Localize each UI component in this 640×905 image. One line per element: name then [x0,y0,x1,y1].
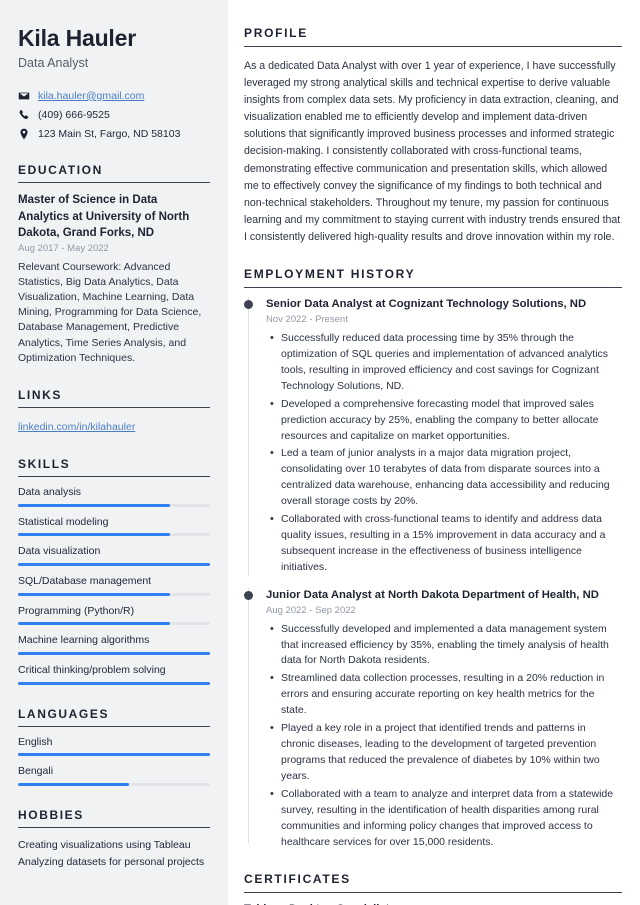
languages-list: English Bengali [18,736,210,786]
skill-bar-track [18,592,210,596]
skill-item: Data visualization [18,545,210,567]
skill-bar-fill [18,563,210,567]
job-bullet-list: Successfully reduced data processing tim… [266,330,622,576]
language-bar-fill [18,782,130,786]
language-bar-track [18,782,210,786]
job-bullet: Collaborated with a team to analyze and … [270,786,622,851]
job-entry: Junior Data Analyst at North Dakota Depa… [244,588,622,851]
skills-list: Data analysis Statistical modeling Data vi… [18,486,210,685]
job-date: Aug 2022 - Sep 2022 [266,604,356,616]
skill-label: Data visualization [18,545,101,558]
language-bar-fill [18,753,210,757]
sidebar: Kila Hauler Data Analyst kila.hauler@gma… [0,0,228,905]
skill-bar-fill [18,681,210,685]
links-section: LINKS linkedin.com/in/kilahauler [18,388,210,435]
job-title: Senior Data Analyst at Cognizant Technol… [266,298,587,311]
hobbies-list: Creating visualizations using Tableau Ana… [18,837,210,871]
language-label: Bengali [18,765,54,778]
job-bullet: Developed a comprehensive forecasting mo… [270,396,622,445]
timeline-dot-icon [244,300,253,310]
skill-label: Critical thinking/problem solving [18,663,166,676]
link-item-linkedin[interactable]: linkedin.com/in/kilahauler [18,421,135,433]
job-bullet: Played a key role in a project that iden… [270,720,622,785]
skills-section: SKILLS Data analysis Statistical modeling… [18,457,210,685]
job-title: Junior Data Analyst at North Dakota Depa… [266,589,599,602]
timeline-line [248,297,250,577]
hobby-item: Analyzing datasets for personal projects [18,855,205,868]
skill-label: Programming (Python/R) [18,604,135,617]
candidate-name: Kila Hauler [18,25,136,51]
hobby-item: Creating visualizations using Tableau [18,838,191,851]
skill-label: Machine learning algorithms [18,634,150,647]
skill-item: Programming (Python/R) [18,605,210,626]
skill-bar-fill [18,651,210,655]
skill-bar-track [18,533,210,537]
jobs-list: Senior Data Analyst at Cognizant Technol… [244,297,622,851]
contact-email-text[interactable]: kila.hauler@gmail.com [38,90,144,103]
envelope-icon [18,90,30,102]
skill-bar-fill [18,622,170,626]
certificates-section: CERTIFICATES Tableau Desktop SpecialistS… [244,872,622,905]
job-bullet: Successfully developed and implemented a… [270,621,622,670]
job-entry: Senior Data Analyst at Cognizant Technol… [244,297,622,577]
job-bullet-list: Successfully developed and implemented a… [266,621,622,851]
resume-page: Kila Hauler Data Analyst kila.hauler@gma… [0,0,640,905]
contact-address-text: 123 Main St, Fargo, ND 58103 [38,127,181,140]
certificates-heading: CERTIFICATES [244,872,622,893]
skill-bar-fill [18,592,170,596]
languages-section: LANGUAGES English Bengali [18,707,210,786]
skill-bar-track [18,563,210,567]
job-bullet: Collaborated with cross-functional teams… [270,511,622,576]
contact-list: kila.hauler@gmail.com (409) 666-9525 123… [18,89,210,141]
contact-phone-text: (409) 666-9525 [38,108,110,121]
skill-bar-track [18,651,210,655]
profile-heading: PROFILE [244,26,622,47]
contact-email[interactable]: kila.hauler@gmail.com [18,89,210,103]
education-heading: EDUCATION [18,163,210,184]
language-item: Bengali [18,765,210,786]
skills-heading: SKILLS [18,457,210,478]
hobbies-heading: HOBBIES [18,808,210,828]
contact-phone: (409) 666-9525 [18,108,210,122]
phone-icon [18,109,30,121]
education-title: Master of Science in Data Analytics at U… [18,194,190,239]
skill-bar-fill [18,503,170,507]
education-section: EDUCATION Master of Science in Data Anal… [18,163,210,366]
language-bar-track [18,753,210,757]
hobbies-section: HOBBIES Creating visualizations using Ta… [18,808,210,871]
skill-bar-track [18,503,210,507]
job-bullet: Successfully reduced data processing tim… [270,330,622,395]
education-entry: Master of Science in Data Analytics at U… [18,192,210,366]
profile-text: As a dedicated Data Analyst with over 1 … [244,59,621,244]
language-label: English [18,735,53,748]
contact-address: 123 Main St, Fargo, ND 58103 [18,127,210,141]
skill-item: SQL/Database management [18,575,210,596]
links-heading: LINKS [18,388,210,409]
job-date: Nov 2022 - Present [266,313,348,325]
timeline-line [248,588,250,843]
skill-bar-fill [18,533,170,537]
languages-heading: LANGUAGES [18,707,210,727]
skill-item: Statistical modeling [18,516,210,537]
job-bullet: Led a team of junior analysts in a major… [270,445,622,510]
skill-item: Machine learning algorithms [18,634,210,655]
skill-label: SQL/Database management [18,575,152,588]
main-column: PROFILE As a dedicated Data Analyst with… [228,0,640,905]
timeline-dot-icon [244,591,253,601]
profile-section: PROFILE As a dedicated Data Analyst with… [244,26,622,246]
education-description: Relevant Coursework: Advanced Statistics… [18,260,202,364]
skill-bar-track [18,681,210,685]
language-item: English [18,736,210,757]
skill-bar-track [18,622,210,626]
location-pin-icon [18,128,30,140]
employment-heading: EMPLOYMENT HISTORY [244,267,622,289]
skill-label: Statistical modeling [18,515,109,528]
skill-label: Data analysis [18,486,82,499]
education-date: Aug 2017 - May 2022 [18,243,109,255]
job-bullet: Streamlined data collection processes, r… [270,670,622,719]
skill-item: Critical thinking/problem solving [18,664,210,685]
employment-section: EMPLOYMENT HISTORY Senior Data Analyst a… [244,267,622,851]
candidate-role: Data Analyst [18,56,89,71]
skill-item: Data analysis [18,486,210,507]
